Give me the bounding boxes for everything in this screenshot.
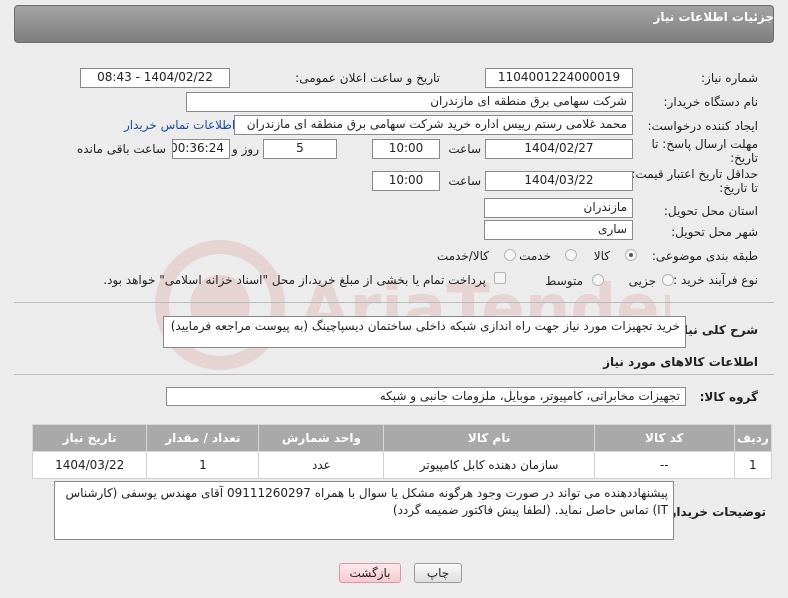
description-field[interactable]: خرید تجهیزات مورد نیاز جهت راه اندازی شب… [163, 316, 686, 348]
days-remaining-field[interactable]: 5 [263, 139, 337, 159]
creator-field[interactable]: محمد غلامی رستم رییس اداره خرید شرکت سها… [234, 115, 633, 135]
watermark-graphic: AriaTender.net [155, 240, 788, 370]
treasury-payment-note: پرداخت تمام یا بخشی از مبلغ خرید،از محل … [103, 273, 486, 287]
goods-divider [14, 374, 774, 375]
category-radio-goods[interactable] [625, 249, 637, 261]
province-field[interactable]: مازندران [484, 198, 633, 218]
col-unit: واحد شمارش [258, 424, 385, 452]
need-number-label: شماره نیاز: [701, 71, 758, 85]
process-option-medium: متوسط [545, 274, 583, 288]
process-option-minor: جزیی [628, 274, 656, 288]
watermark-logo: AriaTender.net [150, 230, 788, 380]
city-field[interactable]: ساری [484, 220, 633, 240]
cell-need-date: 1404/03/22 [31, 451, 148, 479]
deadline-time-label: ساعت [448, 142, 481, 156]
min-price-label: حداقل تاریخ اعتبار قیمت: [631, 167, 758, 181]
page-title: جزئیات اطلاعات نیاز [653, 10, 774, 24]
buyer-contact-link[interactable]: اطلاعات تماس خریدار [124, 118, 235, 132]
buyer-notes-label: توضیحات خریدار: [664, 505, 766, 519]
back-button[interactable]: بازگشت [339, 563, 401, 583]
creator-label: ایجاد کننده درخواست: [647, 119, 758, 133]
process-radio-minor[interactable] [662, 274, 674, 286]
category-option-service: خدمت [519, 249, 551, 263]
buyer-notes-field[interactable]: پیشنهاددهنده می تواند در صورت وجود هرگون… [54, 481, 674, 540]
deadline-label-date: تاریخ: [730, 151, 758, 165]
days-label: روز و [232, 142, 259, 156]
remaining-time-field[interactable]: 00:36:24 [172, 139, 230, 159]
remaining-time-label: ساعت باقی مانده [76, 142, 166, 156]
goods-section-title: اطلاعات کالاهای مورد نیاز [603, 355, 758, 369]
min-price-label-date: تا تاریخ: [719, 181, 758, 195]
category-label: طبقه بندی موضوعی: [651, 249, 758, 263]
section-divider [14, 302, 774, 303]
buyer-org-field[interactable]: شرکت سهامی برق منطقه ای مازندران [186, 92, 633, 112]
print-button[interactable]: چاپ [414, 563, 462, 583]
buyer-org-label: نام دستگاه خریدار: [663, 95, 759, 109]
province-label: استان محل تحویل: [663, 204, 758, 218]
cell-name: سازمان دهنده کابل کامپیوتر [383, 451, 595, 479]
col-need-date: تاریخ نیاز [31, 424, 148, 452]
goods-group-field[interactable]: تجهیزات مخابراتی، کامپیوتر، موبایل، ملزو… [166, 387, 686, 406]
announce-datetime-field[interactable]: 1404/02/22 - 08:43 [80, 68, 230, 88]
deadline-date-field[interactable]: 1404/02/27 [485, 139, 633, 159]
category-radio-service[interactable] [565, 249, 577, 261]
col-code: کد کالا [593, 424, 735, 452]
category-radio-goods-service[interactable] [504, 249, 516, 261]
table-row[interactable]: 1 -- سازمان دهنده کابل کامپیوتر عدد 1 14… [31, 451, 773, 479]
process-label: نوع فرآیند خرید : [673, 273, 758, 287]
deadline-label: مهلت ارسال پاسخ: تا [651, 137, 758, 151]
process-radio-medium[interactable] [592, 274, 604, 286]
goods-group-label: گروه کالا: [699, 390, 758, 404]
goods-table-wrapper: ردیف کد کالا نام کالا واحد شمارش تعداد /… [31, 424, 773, 479]
col-name: نام کالا [383, 424, 595, 452]
cell-quantity: 1 [146, 451, 260, 479]
deadline-time-field[interactable]: 10:00 [372, 139, 440, 159]
min-price-time-field[interactable]: 10:00 [372, 171, 440, 191]
min-price-time-label: ساعت [448, 174, 481, 188]
treasury-payment-checkbox[interactable] [494, 272, 506, 284]
city-label: شهر محل تحویل: [671, 225, 758, 239]
col-row: ردیف [733, 424, 773, 452]
min-price-date-field[interactable]: 1404/03/22 [485, 171, 633, 191]
announce-label: تاریخ و ساعت اعلان عمومی: [295, 71, 440, 85]
col-quantity: تعداد / مقدار [146, 424, 260, 452]
need-number-field[interactable]: 1104001224000019 [485, 68, 633, 88]
cell-code: -- [593, 451, 735, 479]
goods-table-header: ردیف کد کالا نام کالا واحد شمارش تعداد /… [31, 424, 773, 452]
cell-unit: عدد [258, 451, 385, 479]
goods-table: ردیف کد کالا نام کالا واحد شمارش تعداد /… [31, 424, 773, 479]
cell-row: 1 [733, 451, 773, 479]
category-option-goods-service: کالا/خدمت [436, 249, 489, 263]
category-option-goods: کالا [593, 249, 610, 263]
